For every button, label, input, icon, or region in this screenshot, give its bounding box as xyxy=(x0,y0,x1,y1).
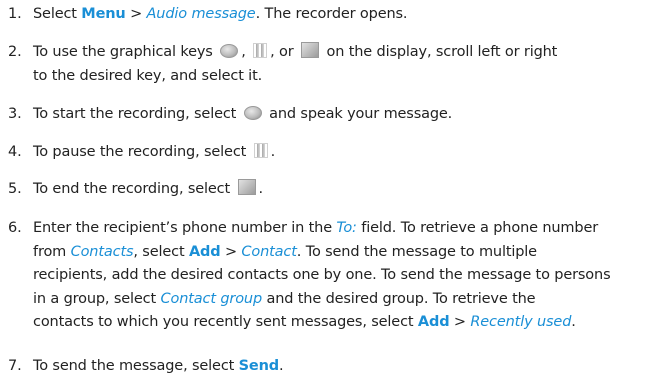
send-command: Send xyxy=(238,358,280,374)
step-1: 1. Select Menu > Audio message. The recor… xyxy=(8,3,663,27)
step-text: on the display, scroll left or right xyxy=(326,44,558,60)
pause-key-icon xyxy=(253,43,268,58)
step-text: , or xyxy=(270,44,294,60)
record-key-icon xyxy=(243,106,262,120)
stop-key-icon xyxy=(301,42,320,58)
contacts-link: Contacts xyxy=(70,243,134,260)
step-text: To pause the recording, select xyxy=(33,144,247,160)
menu-separator: > xyxy=(220,243,242,260)
step-4: 4. To pause the recording, select . xyxy=(8,141,663,165)
step-text: . xyxy=(279,358,284,374)
pause-key-icon xyxy=(253,143,268,158)
step-text: , select xyxy=(133,243,189,260)
step-text: . xyxy=(270,144,276,160)
menu-command: Menu xyxy=(81,6,126,22)
step-text: contacts to which you recently sent mess… xyxy=(33,314,418,330)
step-text: . xyxy=(258,181,264,197)
contact-option: Contact xyxy=(241,243,297,260)
add-command: Add xyxy=(188,243,221,260)
step-text-continued: to the desired key, and select it. xyxy=(33,67,263,84)
step-text: To use the graphical keys xyxy=(33,44,213,60)
step-text-continued: recipients, add the desired contacts one… xyxy=(33,267,611,283)
step-text: . To send the message to multiple xyxy=(296,243,537,260)
step-text: . The recorder opens. xyxy=(255,6,408,22)
record-key-icon xyxy=(220,44,239,58)
to-field-label: To: xyxy=(336,220,357,236)
menu-separator: > xyxy=(125,6,147,22)
menu-option-audio-message: Audio message xyxy=(146,6,256,22)
step-number: 5. xyxy=(8,181,22,197)
step-text: field. To retrieve a phone number xyxy=(356,220,599,236)
add-command: Add xyxy=(417,314,450,330)
step-number: 6. xyxy=(8,220,22,236)
step-5: 5. To end the recording, select . xyxy=(8,178,663,202)
recently-used-option: Recently used xyxy=(470,314,572,330)
step-3: 3. To start the recording, select and spe… xyxy=(8,103,663,127)
step-2: 2. To use the graphical keys , , or on th… xyxy=(8,41,663,88)
step-text: To start the recording, select xyxy=(33,106,237,122)
step-text: and the desired group. To retrieve the xyxy=(262,290,536,307)
step-number: 4. xyxy=(8,144,22,160)
step-text: and speak your message. xyxy=(269,106,453,122)
stop-key-icon xyxy=(237,179,256,195)
step-text: from xyxy=(33,243,71,260)
step-6: 6. Enter the recipient’s phone number in … xyxy=(8,217,663,335)
step-text: , xyxy=(241,44,246,60)
step-text: . xyxy=(571,314,576,330)
step-text: Enter the recipient’s phone number in th… xyxy=(33,220,337,236)
step-text: To end the recording, select xyxy=(33,181,231,197)
step-text: To send the message, select xyxy=(33,358,239,374)
menu-separator: > xyxy=(449,314,471,330)
contact-group-option: Contact group xyxy=(160,290,263,307)
step-text: Select xyxy=(33,6,82,22)
step-7: 7. To send the message, select Send. xyxy=(8,355,663,379)
step-number: 2. xyxy=(8,44,22,60)
step-number: 1. xyxy=(8,6,22,22)
step-number: 7. xyxy=(8,358,22,374)
step-text: in a group, select xyxy=(33,290,161,307)
step-number: 3. xyxy=(8,106,22,122)
